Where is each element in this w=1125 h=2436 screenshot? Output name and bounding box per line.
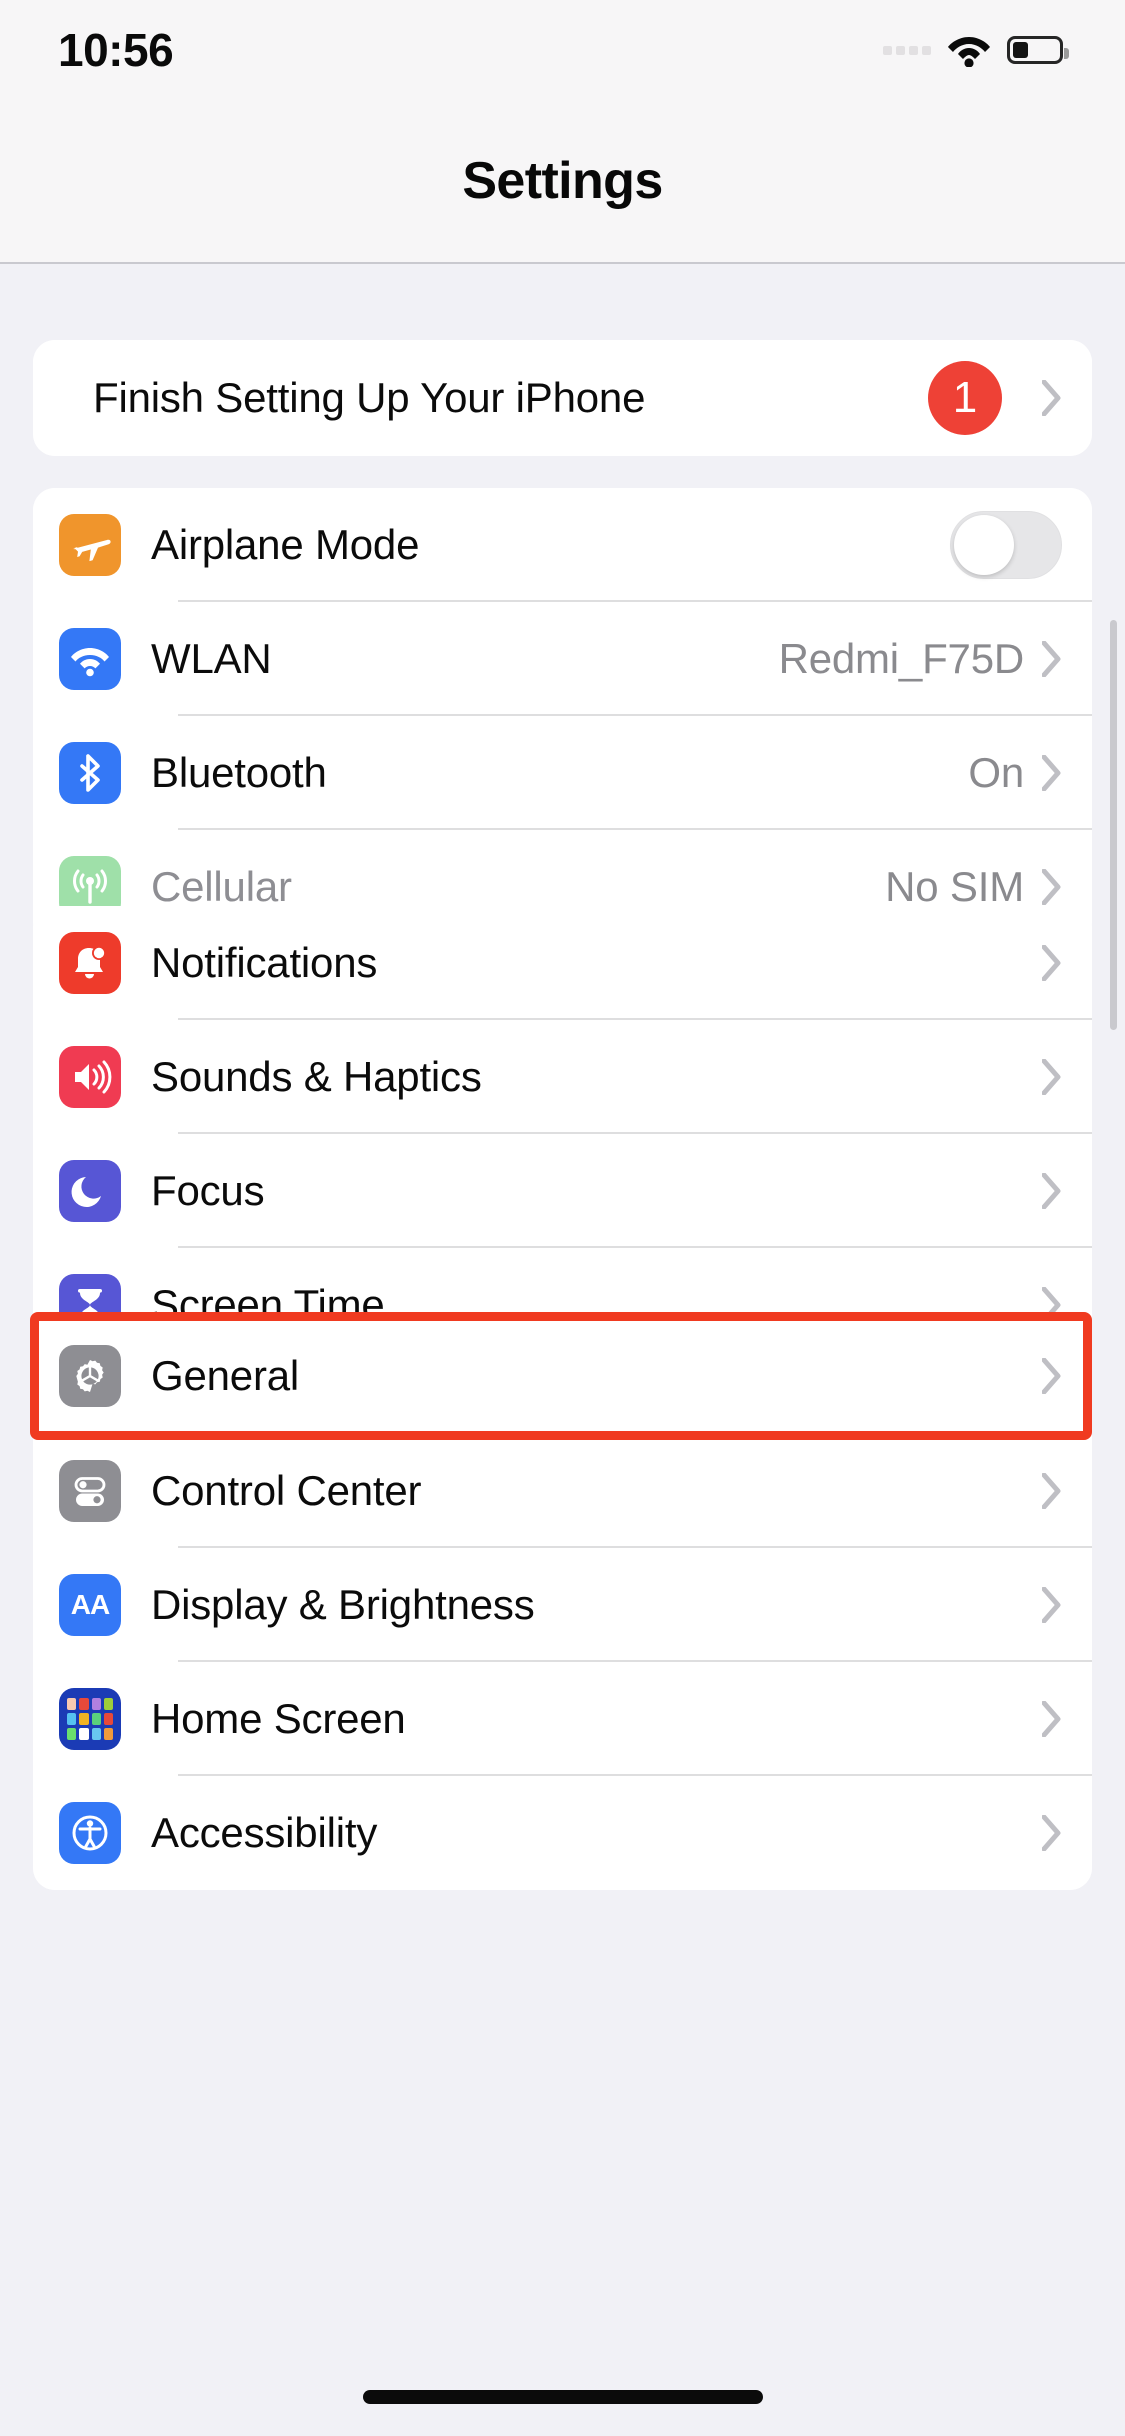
settings-row-wlan[interactable]: WLAN Redmi_F75D: [33, 602, 1092, 716]
chevron-right-icon: [1042, 1587, 1062, 1623]
settings-group-system: General Control Center AA Display & Brig…: [33, 1318, 1092, 1890]
settings-row-sounds-haptics[interactable]: Sounds & Haptics: [33, 1020, 1092, 1134]
settings-row-label: Sounds & Haptics: [151, 1053, 482, 1100]
accessibility-person-icon: [59, 1802, 121, 1864]
settings-row-general[interactable]: General: [33, 1318, 1092, 1434]
gear-icon: [59, 1345, 121, 1407]
settings-row-label: Display & Brightness: [151, 1581, 535, 1628]
settings-row-display-brightness[interactable]: AA Display & Brightness: [33, 1548, 1092, 1662]
settings-row-value: No SIM: [885, 863, 1024, 910]
app-grid-icon: [59, 1688, 121, 1750]
settings-row-notifications[interactable]: Notifications: [33, 906, 1092, 1020]
settings-row-label: Airplane Mode: [151, 521, 420, 568]
settings-row-label: Home Screen: [151, 1695, 406, 1742]
status-bar: 10:56: [0, 0, 1125, 100]
chevron-right-icon: [1042, 380, 1062, 416]
airplane-mode-toggle[interactable]: [950, 511, 1062, 579]
chevron-right-icon: [1042, 641, 1062, 677]
moon-icon: [59, 1160, 121, 1222]
settings-row-value: Redmi_F75D: [778, 635, 1025, 682]
settings-row-home-screen[interactable]: Home Screen: [33, 1662, 1092, 1776]
wifi-icon: [59, 628, 121, 690]
status-bar-clock: 10:56: [58, 24, 174, 76]
vertical-scrollbar[interactable]: [1110, 620, 1117, 1030]
status-bar-indicators: [883, 33, 1069, 67]
settings-row-bluetooth[interactable]: Bluetooth On: [33, 716, 1092, 830]
chevron-right-icon: [1042, 1173, 1062, 1209]
settings-row-control-center[interactable]: Control Center: [33, 1434, 1092, 1548]
chevron-right-icon: [1042, 1473, 1062, 1509]
settings-row-label: Finish Setting Up Your iPhone: [93, 374, 646, 421]
app-grid-glyph: [67, 1698, 113, 1740]
settings-row-value: On: [968, 749, 1024, 796]
status-badge: 1: [928, 361, 1002, 435]
airplane-icon: [59, 514, 121, 576]
settings-row-label: Notifications: [151, 939, 378, 986]
signal-dots-icon: [883, 45, 931, 55]
speaker-waves-icon: [59, 1046, 121, 1108]
battery-icon: [1007, 36, 1069, 64]
settings-row-label: General: [151, 1352, 300, 1399]
settings-row-label: WLAN: [151, 635, 272, 682]
bell-icon: [59, 932, 121, 994]
toggles-icon: [59, 1460, 121, 1522]
wifi-icon: [947, 33, 991, 67]
settings-group-alerts: Notifications Sounds & Haptics Focus Scr…: [33, 906, 1092, 1362]
chevron-right-icon: [1042, 869, 1062, 905]
settings-row-focus[interactable]: Focus: [33, 1134, 1092, 1248]
chevron-right-icon: [1042, 945, 1062, 981]
settings-row-finish-setup[interactable]: Finish Setting Up Your iPhone 1: [33, 340, 1092, 456]
bluetooth-icon: [59, 742, 121, 804]
chevron-right-icon: [1042, 1815, 1062, 1851]
chevron-right-icon: [1042, 1358, 1062, 1394]
chevron-right-icon: [1042, 755, 1062, 791]
navigation-bar: Settings: [0, 100, 1125, 264]
chevron-right-icon: [1042, 1059, 1062, 1095]
settings-row-label: Control Center: [151, 1467, 422, 1514]
page-title: Settings: [462, 152, 663, 210]
settings-group-setup: Finish Setting Up Your iPhone 1: [33, 340, 1092, 456]
aa-icon: AA: [59, 1574, 121, 1636]
settings-group-connectivity: Airplane Mode WLAN Redmi_F75D Bluetooth …: [33, 488, 1092, 944]
settings-row-label: Cellular: [151, 863, 292, 910]
settings-row-label: Accessibility: [151, 1809, 378, 1856]
settings-row-label: Bluetooth: [151, 749, 327, 796]
chevron-right-icon: [1042, 1701, 1062, 1737]
settings-row-accessibility[interactable]: Accessibility: [33, 1776, 1092, 1890]
settings-row-airplane-mode[interactable]: Airplane Mode: [33, 488, 1092, 602]
aa-glyph: AA: [70, 1589, 110, 1620]
home-indicator: [362, 2390, 763, 2404]
settings-scroll-view[interactable]: Finish Setting Up Your iPhone 1 Airplane…: [0, 266, 1125, 2436]
settings-row-label: Focus: [151, 1167, 265, 1214]
